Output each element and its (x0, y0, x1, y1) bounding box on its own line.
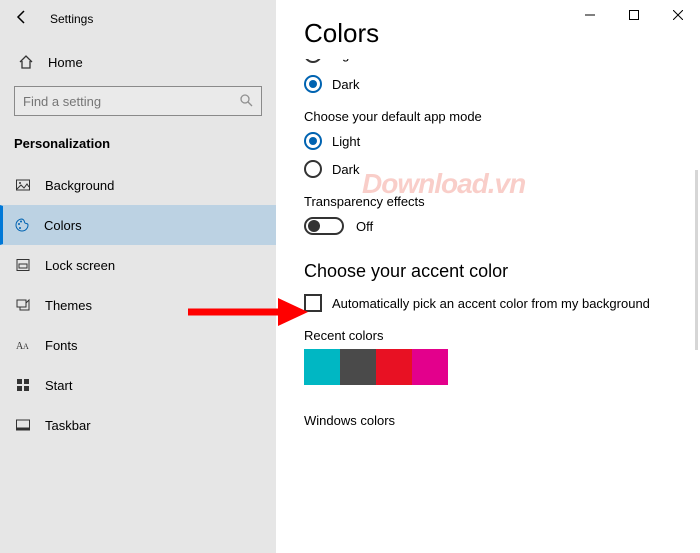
color-swatch[interactable] (376, 349, 412, 385)
home-nav[interactable]: Home (0, 44, 276, 80)
start-icon (15, 377, 31, 393)
radio-label: Dark (332, 162, 359, 177)
recent-colors-label: Recent colors (304, 328, 672, 343)
radio-icon (304, 75, 322, 93)
sidebar-item-start[interactable]: Start (0, 365, 276, 405)
home-icon (18, 54, 34, 70)
sidebar-item-label: Taskbar (45, 418, 91, 433)
search-box[interactable] (14, 86, 262, 116)
windows-colors-label: Windows colors (304, 413, 672, 428)
sidebar-item-fonts[interactable]: AA Fonts (0, 325, 276, 365)
auto-accent-label: Automatically pick an accent color from … (332, 296, 650, 311)
sidebar-item-label: Lock screen (45, 258, 115, 273)
sidebar-item-label: Colors (44, 218, 82, 233)
themes-icon (15, 297, 31, 313)
recent-colors-swatches (304, 349, 672, 385)
auto-accent-row[interactable]: Automatically pick an accent color from … (304, 294, 672, 312)
window-controls (568, 0, 700, 30)
sidebar-item-label: Start (45, 378, 72, 393)
palette-icon (14, 217, 30, 233)
radio-icon (304, 160, 322, 178)
radio-windows-dark[interactable]: Dark (304, 75, 672, 93)
accent-heading: Choose your accent color (304, 261, 672, 282)
sidebar-item-themes[interactable]: Themes (0, 285, 276, 325)
close-button[interactable] (656, 0, 700, 30)
search-wrap (0, 86, 276, 126)
sidebar-item-colors[interactable]: Colors (0, 205, 276, 245)
home-label: Home (48, 55, 83, 70)
radio-icon (304, 59, 322, 63)
titlebar: Settings (0, 0, 276, 38)
sidebar-item-lockscreen[interactable]: Lock screen (0, 245, 276, 285)
sidebar: Settings Home Personalization Background (0, 0, 276, 553)
transparency-label: Transparency effects (304, 194, 672, 209)
lockscreen-icon (15, 257, 31, 273)
radio-app-light[interactable]: Light (304, 132, 672, 150)
radio-label: Light (332, 59, 360, 62)
sidebar-item-label: Background (45, 178, 114, 193)
sidebar-item-label: Themes (45, 298, 92, 313)
radio-windows-light[interactable]: Light (304, 59, 672, 63)
sidebar-item-taskbar[interactable]: Taskbar (0, 405, 276, 445)
radio-icon (304, 132, 322, 150)
fonts-icon: AA (15, 337, 31, 353)
scrollbar[interactable] (695, 170, 698, 350)
color-swatch[interactable] (340, 349, 376, 385)
minimize-button[interactable] (568, 0, 612, 30)
category-label: Personalization (0, 126, 276, 165)
maximize-button[interactable] (612, 0, 656, 30)
checkbox-icon (304, 294, 322, 312)
radio-label: Light (332, 134, 360, 149)
radio-app-dark[interactable]: Dark (304, 160, 672, 178)
taskbar-icon (15, 417, 31, 433)
sidebar-item-label: Fonts (45, 338, 78, 353)
back-button[interactable] (12, 10, 32, 29)
color-swatch[interactable] (412, 349, 448, 385)
clipped-option: Light (304, 59, 672, 69)
picture-icon (15, 177, 31, 193)
transparency-state: Off (356, 219, 373, 234)
content-pane: Colors Light Dark Choose your default ap… (276, 0, 700, 553)
transparency-toggle[interactable] (304, 217, 344, 235)
radio-label: Dark (332, 77, 359, 92)
color-swatch[interactable] (304, 349, 340, 385)
nav: Background Colors Lock screen Themes AA … (0, 165, 276, 445)
app-mode-label: Choose your default app mode (304, 109, 672, 124)
sidebar-item-background[interactable]: Background (0, 165, 276, 205)
search-icon (239, 93, 253, 110)
transparency-row: Off (304, 217, 672, 235)
search-input[interactable] (23, 94, 239, 109)
svg-text:A: A (23, 342, 29, 351)
window-title: Settings (50, 12, 93, 26)
